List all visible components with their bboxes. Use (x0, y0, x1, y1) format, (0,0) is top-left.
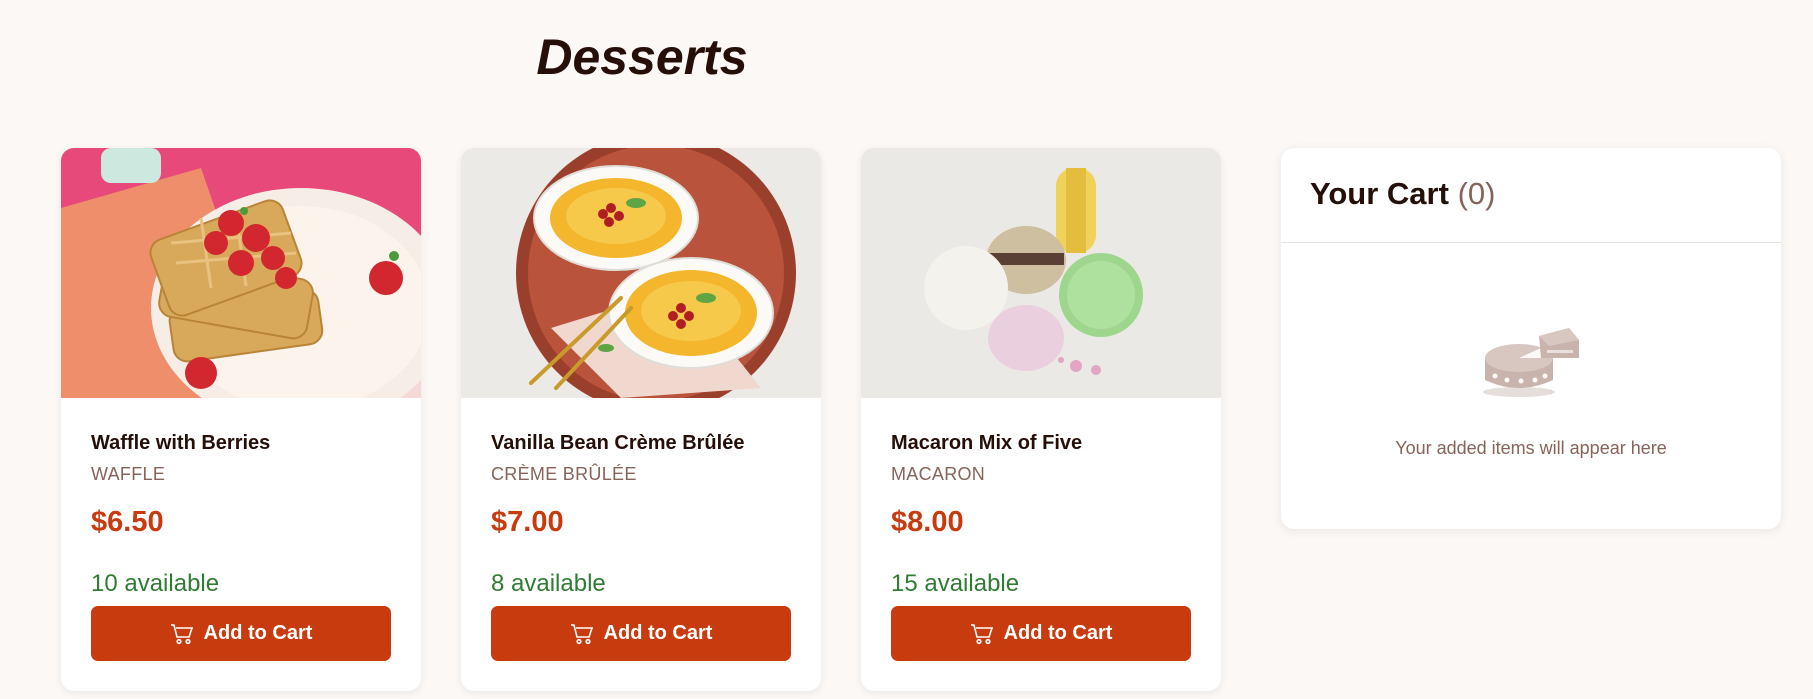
add-to-cart-label: Add to Cart (203, 622, 313, 644)
add-to-cart-button[interactable]: Add to Cart (891, 606, 1191, 661)
product-stock: 8 available (491, 570, 606, 597)
add-to-cart-button[interactable]: Add to Cart (91, 606, 391, 661)
product-grid: Waffle with Berries WAFFLE $6.50 10 avai… (61, 148, 1221, 691)
page-title: Desserts (536, 29, 748, 85)
add-to-cart-label: Add to Cart (603, 622, 713, 644)
product-image-macarons (861, 148, 1221, 398)
product-image-waffle (61, 148, 421, 398)
product-card: Waffle with Berries WAFFLE $6.50 10 avai… (61, 148, 421, 691)
cart-header: Your Cart (0) (1281, 148, 1781, 243)
cart-empty-message: Your added items will appear here (1395, 438, 1667, 458)
cart-icon (170, 623, 194, 645)
product-stock: 15 available (891, 570, 1020, 597)
product-image-creme-brulee (461, 148, 821, 398)
cart-icon (970, 623, 994, 645)
product-price: $8.00 (891, 506, 964, 538)
product-name: Waffle with Berries (91, 432, 271, 454)
product-name: Vanilla Bean Crème Brûlée (491, 432, 745, 454)
add-to-cart-label: Add to Cart (1003, 622, 1113, 644)
cart-count: (0) (1457, 176, 1496, 211)
product-name: Macaron Mix of Five (891, 432, 1083, 454)
product-category: CRÈME BRÛLÉE (491, 464, 637, 484)
add-to-cart-button[interactable]: Add to Cart (491, 606, 791, 661)
product-stock: 10 available (91, 570, 220, 597)
product-card: Vanilla Bean Crème Brûlée CRÈME BRÛLÉE $… (461, 148, 821, 691)
cart-panel: Your Cart (0) Your added items will appe… (1281, 148, 1781, 529)
empty-cart-cake-icon (1481, 318, 1581, 398)
product-price: $6.50 (91, 506, 164, 538)
product-card: Macaron Mix of Five MACARON $8.00 15 ava… (861, 148, 1221, 691)
product-category: WAFFLE (91, 464, 166, 484)
product-category: MACARON (891, 464, 986, 484)
cart-title: Your Cart (1310, 176, 1449, 211)
product-price: $7.00 (491, 506, 564, 538)
cart-icon (570, 623, 594, 645)
